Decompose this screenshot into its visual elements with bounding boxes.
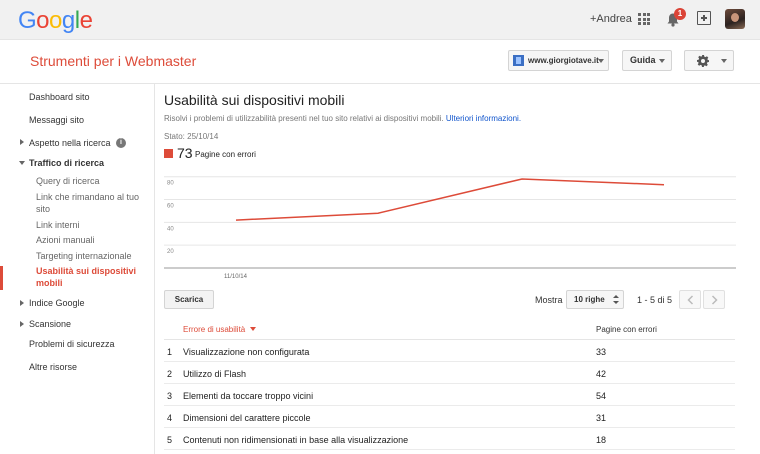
site-selector[interactable]: www.giorgiotave.it <box>508 50 609 71</box>
sidebar-item-security-issues[interactable]: Problemi di sicurezza <box>29 339 115 349</box>
row-issue[interactable]: Utilizzo di Flash <box>183 369 246 379</box>
site-name: www.giorgiotave.it <box>528 56 599 65</box>
y-tick-label: 20 <box>167 249 174 255</box>
y-tick-label: 60 <box>167 204 174 210</box>
sidebar-item-mobile-usability-cont[interactable]: mobili <box>36 278 63 288</box>
google-top-bar: Google +Andrea 1 <box>0 0 760 40</box>
row-index: 3 <box>167 391 173 401</box>
errors-line-chart: 80 60 40 20 11/10/14 <box>164 176 736 280</box>
notification-badge[interactable]: 1 <box>674 8 686 20</box>
sidebar-item-search-appearance[interactable]: Aspetto nella ricerca <box>29 138 111 148</box>
info-icon[interactable]: i <box>116 138 126 148</box>
pagination-range: 1 - 5 di 5 <box>637 295 673 305</box>
table-row[interactable]: 4 Dimensioni del carattere piccole 31 <box>164 407 735 428</box>
sidebar-item-other-resources[interactable]: Altre risorse <box>29 362 77 372</box>
google-logo[interactable]: Google <box>18 7 93 35</box>
row-issue[interactable]: Dimensioni del carattere piccole <box>183 413 311 423</box>
row-issue[interactable]: Contenuti non ridimensionati in base all… <box>183 435 408 445</box>
chevron-down-icon <box>721 59 727 63</box>
row-index: 4 <box>167 413 173 423</box>
next-page-button[interactable] <box>703 290 725 309</box>
rows-per-page-select[interactable]: 10 righe <box>566 290 624 309</box>
chevron-down-icon <box>598 59 604 63</box>
logo-letter: o <box>49 7 62 34</box>
legend-swatch <box>164 149 173 158</box>
help-label: Guida <box>630 55 656 65</box>
row-index: 2 <box>167 369 173 379</box>
table-row[interactable]: 3 Elementi da toccare troppo vicini 54 <box>164 385 735 406</box>
prev-page-button[interactable] <box>679 290 701 309</box>
table-row[interactable]: 2 Utilizzo di Flash 42 <box>164 363 735 384</box>
sidebar-nav: Dashboard sito Messaggi sito Aspetto nel… <box>0 84 155 454</box>
sidebar-item-links-to-site-cont[interactable]: sito <box>36 204 50 214</box>
download-button[interactable]: Scarica <box>164 290 214 309</box>
metric-value: 73 <box>177 145 193 161</box>
status-date: Stato: 25/10/14 <box>164 132 219 141</box>
sidebar-item-dashboard[interactable]: Dashboard sito <box>29 92 90 102</box>
logo-letter: o <box>36 7 50 34</box>
column-header-issue[interactable]: Errore di usabilità <box>183 325 245 334</box>
site-favicon-icon <box>513 55 524 66</box>
sidebar-item-manual-actions[interactable]: Azioni manuali <box>36 235 95 245</box>
apps-icon[interactable] <box>638 13 650 25</box>
row-count: 18 <box>596 435 607 445</box>
page-description: Risolvi i problemi di utilizzabilità pre… <box>164 114 521 123</box>
user-link[interactable]: +Andrea <box>590 13 632 25</box>
sidebar-item-search-traffic[interactable]: Traffico di ricerca <box>29 158 104 168</box>
row-count: 31 <box>596 413 607 423</box>
sidebar-item-messages[interactable]: Messaggi sito <box>29 115 84 125</box>
row-count: 42 <box>596 369 607 379</box>
sidebar-item-mobile-usability[interactable]: Usabilità sui dispositivi <box>36 266 136 276</box>
expand-arrow-icon[interactable] <box>20 321 24 327</box>
collapse-arrow-icon[interactable] <box>19 161 25 165</box>
x-tick-label: 11/10/14 <box>224 274 248 280</box>
avatar[interactable] <box>725 9 745 29</box>
y-tick-label: 40 <box>167 226 174 232</box>
table-header: Errore di usabilità Pagine con errori <box>164 317 735 340</box>
row-count: 33 <box>596 347 607 357</box>
sidebar-item-search-queries[interactable]: Query di ricerca <box>36 176 100 186</box>
sidebar-item-international-targeting[interactable]: Targeting internazionale <box>36 251 132 261</box>
chevron-down-icon <box>659 59 665 63</box>
sidebar-item-google-index[interactable]: Indice Google <box>29 298 85 308</box>
row-issue[interactable]: Elementi da toccare troppo vicini <box>183 391 313 401</box>
row-count: 54 <box>596 391 607 401</box>
expand-arrow-icon[interactable] <box>20 139 24 145</box>
table-row[interactable]: 5 Contenuti non ridimensionati in base a… <box>164 429 735 450</box>
logo-letter: g <box>61 7 75 34</box>
row-issue[interactable]: Visualizzazione non configurata <box>183 347 309 357</box>
product-title[interactable]: Strumenti per i Webmaster <box>30 53 196 69</box>
rows-per-page-value: 10 righe <box>574 295 605 304</box>
share-icon[interactable] <box>697 11 711 25</box>
logo-letter: e <box>79 7 93 34</box>
sidebar-item-crawl[interactable]: Scansione <box>29 319 71 329</box>
show-label: Mostra <box>535 295 563 305</box>
expand-arrow-icon[interactable] <box>20 300 24 306</box>
column-header-pages[interactable]: Pagine con errori <box>596 325 657 334</box>
y-tick-label: 80 <box>167 181 174 187</box>
page-title: Usabilità sui dispositivi mobili <box>164 92 345 108</box>
active-indicator <box>0 266 3 290</box>
help-button[interactable]: Guida <box>622 50 672 71</box>
sidebar-item-links-to-site[interactable]: Link che rimandano al tuo <box>36 192 139 202</box>
description-text: Risolvi i problemi di utilizzabilità pre… <box>164 114 444 123</box>
more-info-link[interactable]: Ulteriori informazioni. <box>446 114 521 123</box>
metric-label: Pagine con errori <box>195 150 256 159</box>
updown-arrows-icon <box>613 295 619 304</box>
logo-letter: G <box>18 7 37 34</box>
product-header: Strumenti per i Webmaster www.giorgiotav… <box>0 40 760 84</box>
gear-icon <box>697 55 709 67</box>
sidebar-item-internal-links[interactable]: Link interni <box>36 220 80 230</box>
row-index: 5 <box>167 435 173 445</box>
row-index: 1 <box>167 347 173 357</box>
settings-button[interactable] <box>684 50 734 71</box>
chevron-left-icon <box>687 295 694 305</box>
table-row[interactable]: 1 Visualizzazione non configurata 33 <box>164 341 735 362</box>
sort-desc-icon[interactable] <box>250 327 256 331</box>
chevron-right-icon <box>711 295 718 305</box>
